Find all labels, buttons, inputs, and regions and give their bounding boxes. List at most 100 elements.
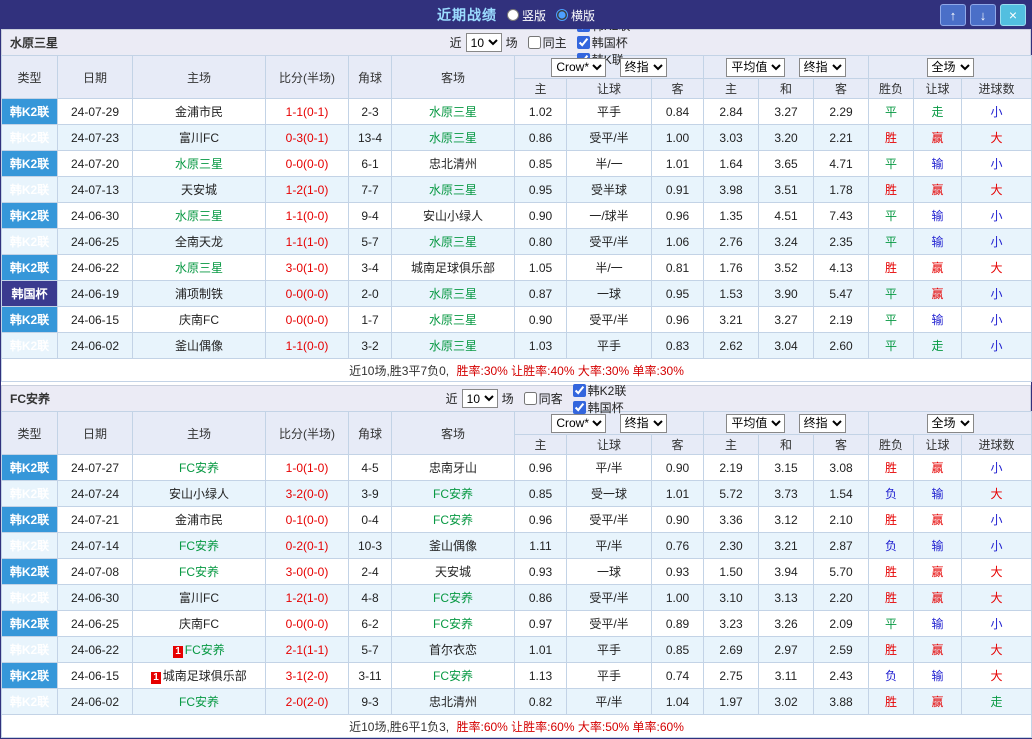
handicap-cell: 平/半 <box>566 454 652 481</box>
avg-odds-select[interactable]: 平均值 <box>726 57 786 77</box>
col-header-avg-home: 主 <box>703 434 759 455</box>
handicap-cell: 平/半 <box>566 688 652 715</box>
final-odds-select[interactable]: 终指 <box>619 57 667 77</box>
home-team-cell: FC安养 <box>132 688 266 715</box>
near-label: 近 <box>445 392 458 406</box>
away-team-cell-name: 城南足球俱乐部 <box>410 261 495 275</box>
result-cell: 平 <box>868 306 915 333</box>
avg-away-cell: 2.21 <box>812 124 870 151</box>
col-header-odds-handicap: 让球 <box>566 78 652 99</box>
goals-result-cell: 小 <box>961 506 1032 533</box>
match-count-select[interactable]: 10 <box>461 389 498 408</box>
avg-draw-cell: 4.51 <box>758 202 814 229</box>
home-team-cell: FC安养 <box>132 454 266 481</box>
odds-source-select[interactable]: Crow* <box>551 57 607 77</box>
col-header-home: 主场 <box>132 55 266 99</box>
result-cell: 平 <box>868 98 915 125</box>
handicap-cell: 半/一 <box>566 150 652 177</box>
league-type-cell: 韩K2联 <box>1 202 58 229</box>
handicap-result-cell: 输 <box>913 150 963 177</box>
avg-odds-select[interactable]: 平均值 <box>726 413 786 433</box>
scope-select[interactable]: 全场 <box>926 413 974 433</box>
home-odds-cell: 0.82 <box>514 688 567 715</box>
avg-draw-cell: 3.27 <box>758 306 814 333</box>
result-cell: 平 <box>868 150 915 177</box>
layout-option-vertical[interactable]: 竖版 <box>506 7 546 24</box>
layout-option-horizontal[interactable]: 横版 <box>556 7 595 24</box>
avg-away-cell: 5.70 <box>812 558 870 585</box>
avg-away-cell: 2.87 <box>812 532 870 559</box>
away-team-cell: 釜山偶像 <box>391 532 515 559</box>
col-header-odds-home: 主 <box>514 78 567 99</box>
match-date-cell: 24-07-14 <box>57 532 133 559</box>
away-team-cell: FC安养 <box>391 480 515 507</box>
league-filter-0[interactable]: 韩K2联 <box>567 382 626 399</box>
scroll-down-button[interactable]: ↓ <box>970 4 996 26</box>
same-venue-filter[interactable]: 同主 <box>522 34 567 51</box>
away-team-cell-name: 水原三星 <box>428 131 477 145</box>
handicap-result-cell: 赢 <box>913 124 963 151</box>
final-odds-select-2[interactable]: 终指 <box>798 57 846 77</box>
same-venue-filter[interactable]: 同客 <box>518 390 563 407</box>
avg-away-cell: 4.71 <box>812 150 870 177</box>
score-cell: 1-2(1-0) <box>265 584 349 611</box>
league-checkbox[interactable] <box>576 36 590 49</box>
match-row: 韩国杯 24-06-19 浦项制铁 0-0(0-0) 2-0 水原三星 0.87 一球 0.95… <box>1 280 1032 307</box>
horizontal-radio-label: 横版 <box>571 8 596 23</box>
handicap-result-cell: 输 <box>913 480 963 507</box>
team-section-suwon: 水原三星 近 10 场 同主 韩K2联韩国杯韩K联 类型 <box>0 19 1032 382</box>
avg-home-cell: 3.98 <box>703 176 759 203</box>
league-filter-1[interactable]: 韩国杯 <box>571 34 631 51</box>
home-team-cell-name: 水原三星 <box>174 261 223 275</box>
odds-source-select[interactable]: Crow* <box>551 413 607 433</box>
avg-away-cell: 2.60 <box>812 332 870 359</box>
avg-draw-cell: 3.27 <box>758 98 814 125</box>
score-cell: 3-2(0-0) <box>265 480 349 507</box>
away-team-cell-name: 水原三星 <box>428 105 477 119</box>
match-row: 韩K2联 24-06-25 全南天龙 1-1(1-0) 5-7 水原三星 0.80 受平/半 1… <box>1 228 1032 255</box>
col-header-avg-draw: 和 <box>758 78 814 99</box>
result-cell: 平 <box>868 280 915 307</box>
league-checkbox[interactable] <box>572 400 586 414</box>
result-cell: 平 <box>868 610 915 637</box>
match-date-cell: 24-07-27 <box>57 454 133 481</box>
avg-draw-cell: 3.11 <box>758 662 814 689</box>
avg-home-cell: 3.21 <box>703 306 759 333</box>
avg-home-cell: 2.30 <box>703 532 759 559</box>
away-team-cell: FC安养 <box>391 610 515 637</box>
away-team-cell-name: 水原三星 <box>428 287 477 301</box>
away-team-cell: 水原三星 <box>391 98 515 125</box>
home-team-cell-name: 安山小绿人 <box>168 487 229 501</box>
league-label: 韩国杯 <box>591 36 628 50</box>
away-odds-cell: 0.95 <box>651 280 704 307</box>
vertical-radio-input[interactable] <box>506 9 519 21</box>
same-venue-checkbox[interactable] <box>523 392 537 405</box>
avg-home-cell: 2.69 <box>703 636 759 663</box>
league-type-cell: 韩K2联 <box>1 688 58 715</box>
scroll-up-button[interactable]: ↑ <box>940 4 966 26</box>
close-button[interactable]: × <box>1000 4 1026 26</box>
score-cell: 0-1(0-0) <box>265 506 349 533</box>
match-date-cell: 24-07-21 <box>57 506 133 533</box>
match-count-select[interactable]: 10 <box>465 33 502 52</box>
horizontal-radio-input[interactable] <box>556 9 568 21</box>
same-venue-label: 同客 <box>538 392 563 406</box>
home-team-cell-name: FC安养 <box>179 695 219 709</box>
away-odds-cell: 0.93 <box>651 558 704 585</box>
result-cell: 平 <box>868 332 915 359</box>
result-cell: 胜 <box>868 124 915 151</box>
scope-select[interactable]: 全场 <box>926 57 974 77</box>
final-odds-select-2[interactable]: 终指 <box>798 413 846 433</box>
away-team-cell-name: 忠北清州 <box>428 695 477 709</box>
final-odds-select[interactable]: 终指 <box>619 413 667 433</box>
match-row: 韩K2联 24-06-25 庆南FC 0-0(0-0) 6-2 FC安养 0.97 受平/半 0… <box>1 610 1032 637</box>
avg-draw-cell: 3.26 <box>758 610 814 637</box>
match-row: 韩K2联 24-07-14 FC安养 0-2(0-1) 10-3 釜山偶像 1.11 平/半 0… <box>1 532 1032 559</box>
same-venue-checkbox[interactable] <box>527 36 541 49</box>
league-checkbox[interactable] <box>572 383 586 397</box>
games-label: 场 <box>505 36 518 50</box>
avg-home-cell: 1.64 <box>703 150 759 177</box>
goals-result-cell: 小 <box>961 610 1032 637</box>
handicap-cell: 平/半 <box>566 532 652 559</box>
away-team-cell: 忠北清州 <box>391 688 515 715</box>
